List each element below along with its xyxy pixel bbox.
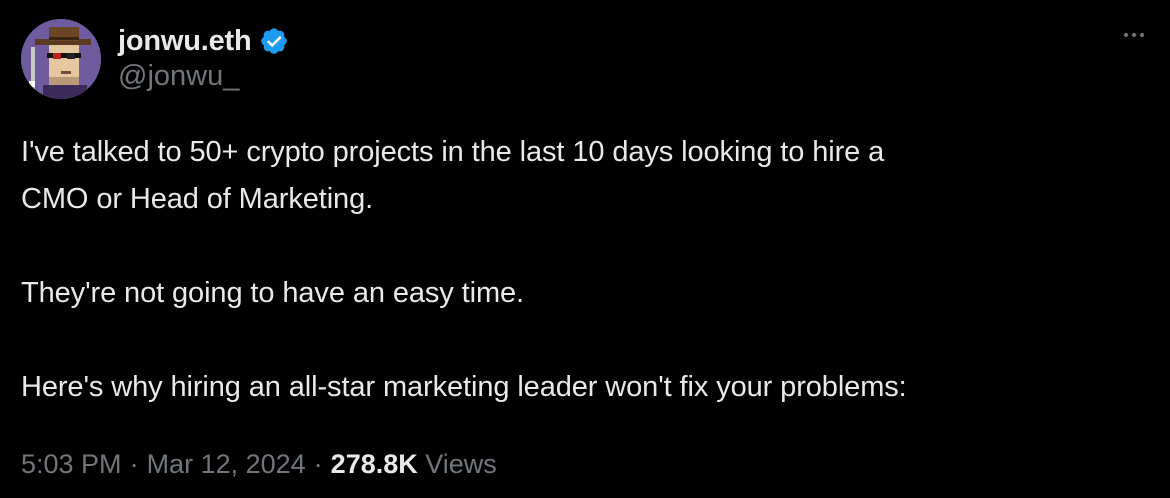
author-info: jonwu.eth @jonwu_ xyxy=(118,24,289,93)
more-options-icon xyxy=(1132,33,1136,37)
more-options-button[interactable] xyxy=(1114,20,1154,50)
name-row: jonwu.eth xyxy=(118,24,289,58)
user-handle[interactable]: @jonwu_ xyxy=(118,60,289,93)
more-options-icon xyxy=(1140,33,1144,37)
tweet-text-line: I've talked to 50+ crypto projects in th… xyxy=(21,136,885,168)
tweet-text-line: Here's why hiring an all-star marketing … xyxy=(21,371,907,403)
verified-badge-icon[interactable] xyxy=(259,26,289,56)
display-name[interactable]: jonwu.eth xyxy=(118,25,252,58)
views-label: Views xyxy=(425,449,497,479)
tweet-text-line: CMO or Head of Marketing. xyxy=(21,183,374,215)
avatar[interactable] xyxy=(21,19,101,99)
tweet-card: jonwu.eth @jonwu_ I've talked to 50+ cry… xyxy=(0,0,1170,498)
tweet-date[interactable]: Mar 12, 2024 xyxy=(147,449,306,479)
views-count[interactable]: 278.8K xyxy=(331,449,418,479)
tweet-meta: 5:03 PM · Mar 12, 2024 · 278.8K Views xyxy=(21,449,497,480)
more-options-icon xyxy=(1124,33,1128,37)
tweet-text: I've talked to 50+ crypto projects in th… xyxy=(21,129,1141,411)
meta-separator: · xyxy=(129,449,139,479)
tweet-text-line: They're not going to have an easy time. xyxy=(21,277,524,309)
tweet-text-line xyxy=(21,317,1141,364)
meta-separator: · xyxy=(313,449,323,479)
tweet-text-line xyxy=(21,223,1141,270)
tweet-time[interactable]: 5:03 PM xyxy=(21,449,122,479)
avatar-pixel-art-icon xyxy=(21,19,101,99)
